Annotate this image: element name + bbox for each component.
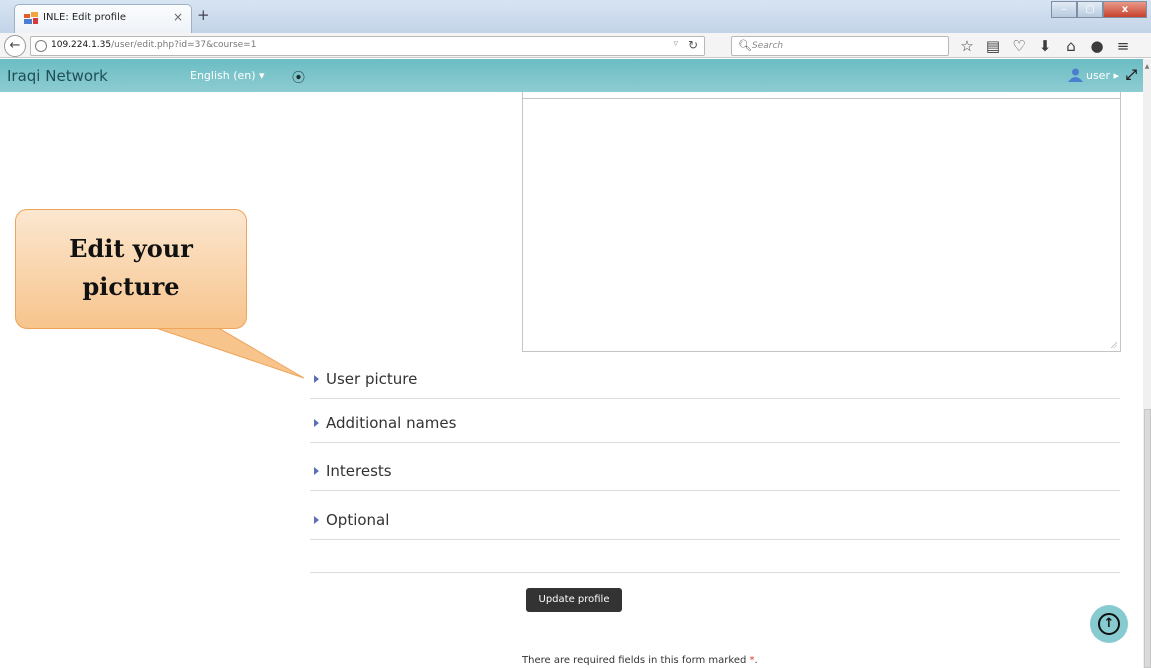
scroll-up-icon[interactable]: ▲ <box>1143 63 1151 70</box>
reload-icon[interactable]: ↻ <box>688 38 698 52</box>
required-fields-note: There are required fields in this form m… <box>522 655 758 666</box>
download-icon[interactable]: ⬇ <box>1035 36 1055 56</box>
expand-icon[interactable]: ⤢ <box>1126 67 1137 83</box>
menu-icon[interactable]: ≡ <box>1113 36 1133 56</box>
user-menu-label: user ▸ <box>1085 68 1119 82</box>
section-user-picture[interactable]: User picture <box>310 362 1120 399</box>
window-controls: – ▢ x <box>1051 1 1147 18</box>
browser-toolbar-icons: ☆ ▤ ♡ ⬇ ⌂ ● ≡ <box>957 36 1133 56</box>
user-menu[interactable]: user ▸ <box>1067 68 1119 82</box>
resize-grip-icon[interactable] <box>1110 341 1117 348</box>
user-avatar-icon <box>1067 68 1083 82</box>
callout-text: Edit your picture <box>69 234 193 301</box>
annotation-callout: Edit your picture <box>15 209 247 329</box>
scroll-thumb[interactable] <box>1144 409 1151 668</box>
expand-arrow-icon <box>314 467 319 475</box>
section-optional[interactable]: Optional <box>310 503 1120 540</box>
search-placeholder: Search <box>752 41 784 51</box>
close-window-button[interactable]: x <box>1103 1 1147 18</box>
arrow-up-icon: ↑ <box>1098 613 1120 635</box>
section-label: Interests <box>326 462 392 480</box>
minimize-button[interactable]: – <box>1051 1 1077 18</box>
search-icon: 🔍︎ <box>738 39 752 52</box>
home-icon[interactable]: ⌂ <box>1061 36 1081 56</box>
section-interests[interactable]: Interests <box>310 454 1120 491</box>
editor-bottom-edge <box>523 92 1120 99</box>
search-bar[interactable]: 🔍︎ Search <box>731 36 949 56</box>
page-scrollbar[interactable]: ▲ <box>1143 59 1151 668</box>
chat-icon[interactable]: ● <box>1087 36 1107 56</box>
section-label: User picture <box>326 370 418 388</box>
reading-list-icon[interactable]: ▤ <box>983 36 1003 56</box>
expand-arrow-icon <box>314 419 319 427</box>
section-additional-names[interactable]: Additional names <box>310 406 1120 443</box>
back-to-top-button[interactable]: ↑ <box>1090 605 1128 643</box>
pocket-icon[interactable]: ♡ <box>1009 36 1029 56</box>
expand-arrow-icon <box>314 516 319 524</box>
section-label: Optional <box>326 511 390 529</box>
description-textarea[interactable] <box>522 92 1121 352</box>
callout-pointer <box>149 325 305 379</box>
url-dropdown-icon[interactable]: ▿ <box>673 39 678 49</box>
star-icon[interactable]: ☆ <box>957 36 977 56</box>
update-profile-button[interactable]: Update profile <box>526 588 622 612</box>
form-divider <box>310 572 1120 573</box>
section-label: Additional names <box>326 414 457 432</box>
maximize-button[interactable]: ▢ <box>1077 1 1103 18</box>
